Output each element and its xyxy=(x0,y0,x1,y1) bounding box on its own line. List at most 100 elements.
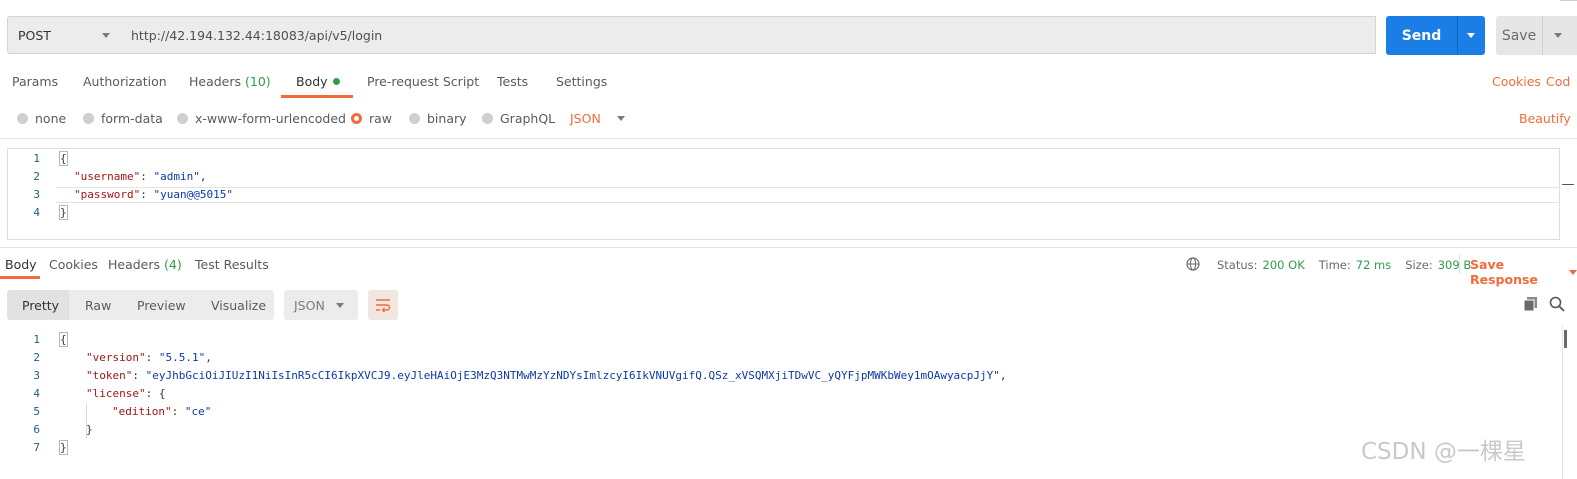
json-value: "5.5.1" xyxy=(158,351,206,364)
radio-circle-icon xyxy=(83,113,94,124)
tab-pre-request-script[interactable]: Pre-request Script xyxy=(367,74,479,98)
scroll-marker xyxy=(1562,184,1574,185)
radio-raw[interactable]: raw xyxy=(351,111,392,126)
top-edge-rule xyxy=(1560,0,1577,1)
time-value[interactable]: 72 ms xyxy=(1356,258,1391,272)
active-tab-indicator xyxy=(0,276,40,279)
json-key: "version" xyxy=(86,351,146,364)
save-response-button[interactable]: Save Response xyxy=(1470,257,1577,287)
json-brace: { xyxy=(158,387,166,400)
method-select[interactable]: POST xyxy=(7,16,122,54)
wrap-lines-icon xyxy=(376,299,391,312)
response-tab-test-results[interactable]: Test Results xyxy=(195,257,269,272)
save-response-label: Save Response xyxy=(1470,257,1538,287)
pane-splitter[interactable] xyxy=(0,247,1577,248)
line-number: 3 xyxy=(33,369,40,382)
json-brace: { xyxy=(59,332,68,347)
response-tab-headers-label: Headers xyxy=(108,257,161,272)
radio-binary-label: binary xyxy=(427,111,467,126)
wrap-lines-button[interactable] xyxy=(368,290,398,320)
chevron-down-icon xyxy=(1569,269,1577,275)
line-number: 4 xyxy=(33,206,40,219)
active-line-highlight xyxy=(56,187,1560,203)
json-value: "eyJhbGciOiJIUzI1NiIsInR5cCI6IkpXVCJ9.ey… xyxy=(145,369,1000,382)
response-format-select[interactable]: JSON xyxy=(284,290,358,320)
json-key: "token" xyxy=(86,369,133,382)
line-number: 1 xyxy=(33,152,40,165)
radio-circle-icon xyxy=(177,113,188,124)
response-tab-body[interactable]: Body xyxy=(5,257,37,272)
tab-headers-count: (10) xyxy=(245,74,271,89)
radio-selected-icon xyxy=(351,113,362,124)
send-button[interactable]: Send xyxy=(1386,16,1457,55)
radio-none[interactable]: none xyxy=(17,111,66,126)
chevron-down-icon xyxy=(1467,33,1475,38)
url-input[interactable]: http://42.194.132.44:18083/api/v5/login xyxy=(121,16,1376,54)
radio-form-data[interactable]: form-data xyxy=(83,111,163,126)
radio-circle-icon xyxy=(482,113,493,124)
active-tab-indicator xyxy=(281,95,353,98)
line-number: 2 xyxy=(33,170,40,183)
json-brace: } xyxy=(59,440,68,455)
tab-headers-label: Headers xyxy=(189,74,242,89)
beautify-link[interactable]: Beautify xyxy=(1519,111,1571,126)
json-brace: } xyxy=(59,205,68,220)
json-value: "ce" xyxy=(184,405,212,418)
response-scrollbar-track[interactable] xyxy=(1562,326,1563,479)
send-options-button[interactable] xyxy=(1457,16,1485,55)
size-value[interactable]: 309 B xyxy=(1438,258,1472,272)
json-key: "edition" xyxy=(112,405,172,418)
radio-form-data-label: form-data xyxy=(101,111,163,126)
save-button[interactable]: Save xyxy=(1496,16,1542,55)
body-modified-dot-icon xyxy=(332,78,340,85)
tab-authorization[interactable]: Authorization xyxy=(83,74,167,98)
tab-params[interactable]: Params xyxy=(12,74,58,98)
tab-headers[interactable]: Headers (10) xyxy=(189,74,271,98)
status-value[interactable]: 200 OK xyxy=(1263,258,1305,272)
save-options-button[interactable] xyxy=(1542,16,1577,55)
radio-graphql[interactable]: GraphQL xyxy=(482,111,555,126)
tab-settings[interactable]: Settings xyxy=(556,74,607,98)
editor-scrollbar[interactable] xyxy=(1559,148,1577,240)
radio-urlencoded[interactable]: x-www-form-urlencoded xyxy=(177,111,346,126)
code-link[interactable]: Cod xyxy=(1546,74,1570,89)
method-label: POST xyxy=(18,27,51,43)
json-brace: { xyxy=(59,151,68,166)
body-format-select[interactable]: JSON xyxy=(570,111,625,126)
view-raw[interactable]: Raw xyxy=(85,298,111,313)
url-text: http://42.194.132.44:18083/api/v5/login xyxy=(131,27,383,43)
tab-tests[interactable]: Tests xyxy=(497,74,528,98)
chevron-down-icon xyxy=(616,116,625,121)
line-number: 7 xyxy=(33,441,40,454)
response-tab-headers[interactable]: Headers (4) xyxy=(108,257,182,272)
radio-binary[interactable]: binary xyxy=(409,111,467,126)
cookies-link[interactable]: Cookies xyxy=(1492,74,1541,89)
response-status: Status: 200 OK Time: 72 ms Size: 309 B xyxy=(1217,258,1471,272)
body-format-label: JSON xyxy=(570,111,601,126)
watermark: CSDN @一棵星 xyxy=(1361,439,1526,465)
view-preview[interactable]: Preview xyxy=(137,298,186,313)
time-label: Time: xyxy=(1318,258,1351,272)
response-tab-headers-count: (4) xyxy=(164,257,182,272)
globe-icon[interactable] xyxy=(1186,257,1200,271)
view-pretty[interactable]: Pretty xyxy=(22,298,59,313)
radio-graphql-label: GraphQL xyxy=(500,111,556,126)
json-key: "license" xyxy=(86,387,146,400)
radio-urlencoded-label: x-www-form-urlencoded xyxy=(195,111,346,126)
search-icon[interactable] xyxy=(1549,296,1565,312)
line-number: 4 xyxy=(33,387,40,400)
chevron-down-icon xyxy=(336,303,344,308)
divider xyxy=(0,138,1577,139)
tab-body-label: Body xyxy=(296,74,328,89)
json-value: "admin" xyxy=(153,170,200,183)
line-number: 3 xyxy=(33,188,40,201)
response-scrollbar-thumb[interactable] xyxy=(1564,330,1567,348)
line-number: 6 xyxy=(33,423,40,436)
line-number: 2 xyxy=(33,351,40,364)
divider xyxy=(1459,254,1460,274)
json-brace: } xyxy=(86,423,93,436)
size-label: Size: xyxy=(1405,258,1433,272)
copy-icon[interactable] xyxy=(1523,296,1539,312)
response-tab-cookies[interactable]: Cookies xyxy=(49,257,98,272)
view-visualize[interactable]: Visualize xyxy=(211,298,266,313)
